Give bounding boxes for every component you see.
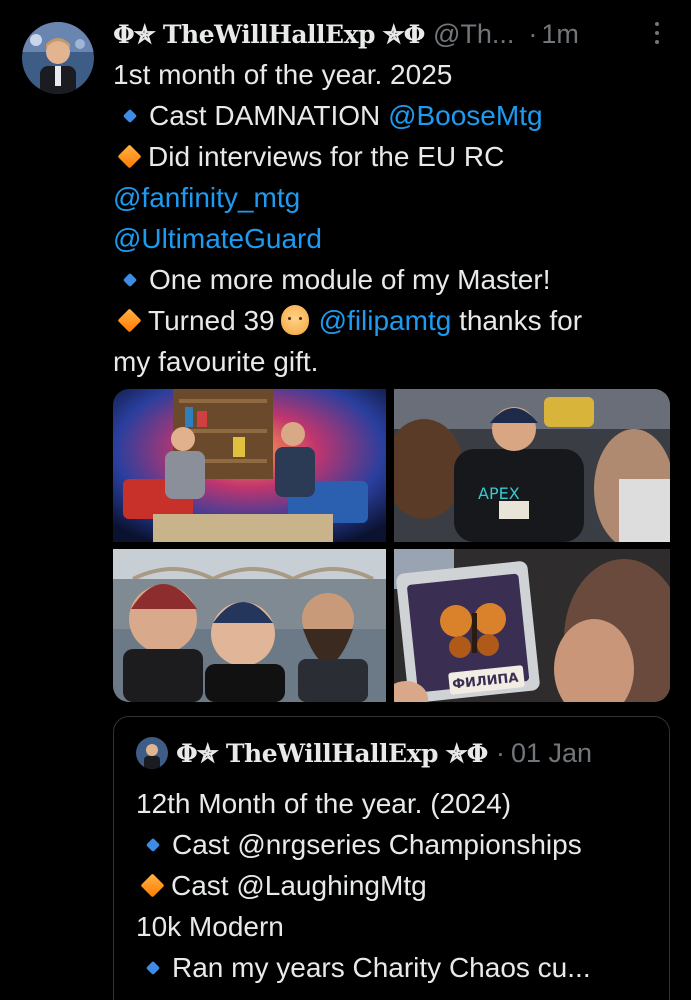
separator-dot: · <box>495 737 505 768</box>
mention-link[interactable]: @filipamtg <box>319 305 452 336</box>
text-line-content: Ran my years Charity Chaos cu... <box>172 952 591 983</box>
quoted-tweet[interactable]: Φ✯ TheWillHallExp ✯Φ · 01 Jan 12th Month… <box>113 716 670 1000</box>
timestamp[interactable]: 1m <box>541 19 579 50</box>
photo-player[interactable]: APEX <box>394 389 670 542</box>
text-line: Cast @nrgseries Championships <box>136 824 656 865</box>
more-icon[interactable] <box>653 18 661 48</box>
text-line-content: 12th Month of the year. (2024) <box>136 788 512 819</box>
quoted-tweet-header: Φ✯ TheWillHallExp ✯Φ · 01 Jan <box>136 735 592 771</box>
large-orange-diamond-icon <box>117 308 142 333</box>
text-line: @fanfinity_mtg <box>113 177 673 218</box>
quoted-tweet-text: 12th Month of the year. (2024) Cast @nrg… <box>136 783 656 988</box>
text-line-content: One more module of my Master! <box>149 264 551 295</box>
small-blue-diamond-icon <box>122 272 138 287</box>
text-line-content: 10k Modern <box>136 911 284 942</box>
small-blue-diamond-icon <box>122 108 138 123</box>
photo-selfie[interactable] <box>113 549 386 702</box>
text-line: Did interviews for the EU RC <box>113 136 673 177</box>
separator-dot: · <box>528 18 538 49</box>
quoted-display-name[interactable]: Φ✯ TheWillHallExp ✯Φ <box>176 739 488 768</box>
text-line-content: Did interviews for the EU RC <box>148 141 505 172</box>
mention-link[interactable]: @fanfinity_mtg <box>113 182 300 213</box>
mention-link[interactable]: @UltimateGuard <box>113 223 322 254</box>
text-line-content: Cast DAMNATION <box>149 100 389 131</box>
small-blue-diamond-icon <box>145 837 161 852</box>
avatar[interactable] <box>22 22 94 94</box>
text-line: Turned 39 @filipamtg thanks for <box>113 300 673 341</box>
large-orange-diamond-icon <box>117 144 142 169</box>
text-line: 10k Modern <box>136 906 656 947</box>
text-line-content: thanks for <box>451 305 583 336</box>
quoted-avatar <box>136 737 168 769</box>
text-line: 12th Month of the year. (2024) <box>136 783 656 824</box>
text-line: Cast @LaughingMtg <box>136 865 656 906</box>
text-line: Cast DAMNATION @BooseMtg <box>113 95 673 136</box>
avatar-image <box>22 22 94 94</box>
large-orange-diamond-icon <box>140 873 165 898</box>
tweet-text: 1st month of the year. 2025 Cast DAMNATI… <box>113 54 673 382</box>
text-line-content: Turned 39 <box>148 305 275 336</box>
photo-card[interactable]: ФИЛИПА <box>394 549 670 702</box>
text-line: Ran my years Charity Chaos cu... <box>136 947 656 988</box>
photo-interview[interactable] <box>113 389 386 542</box>
user-handle[interactable]: @Th... <box>433 19 514 50</box>
mention-link[interactable]: @BooseMtg <box>388 100 543 131</box>
svg-text:APEX: APEX <box>478 484 520 503</box>
quoted-date: 01 Jan <box>510 737 593 768</box>
small-blue-diamond-icon <box>145 960 161 975</box>
text-line-content: Cast @nrgseries Championships <box>172 829 582 860</box>
pouting-face-emoji-icon <box>280 304 309 335</box>
text-line: @UltimateGuard <box>113 218 673 259</box>
tweet-header: Φ✯ TheWillHallExp ✯Φ @Th... · 1m <box>113 14 673 54</box>
text-line: One more module of my Master! <box>113 259 673 300</box>
text-line-content: my favourite gift. <box>113 346 319 377</box>
display-name[interactable]: Φ✯ TheWillHallExp ✯Φ <box>113 20 425 49</box>
text-line-content: 1st month of the year. 2025 <box>113 59 453 90</box>
media-grid: APEX ФИЛИПА <box>113 389 670 702</box>
text-line: 1st month of the year. 2025 <box>113 54 673 95</box>
text-line-content: Cast @LaughingMtg <box>171 870 427 901</box>
text-line: my favourite gift. <box>113 341 673 382</box>
